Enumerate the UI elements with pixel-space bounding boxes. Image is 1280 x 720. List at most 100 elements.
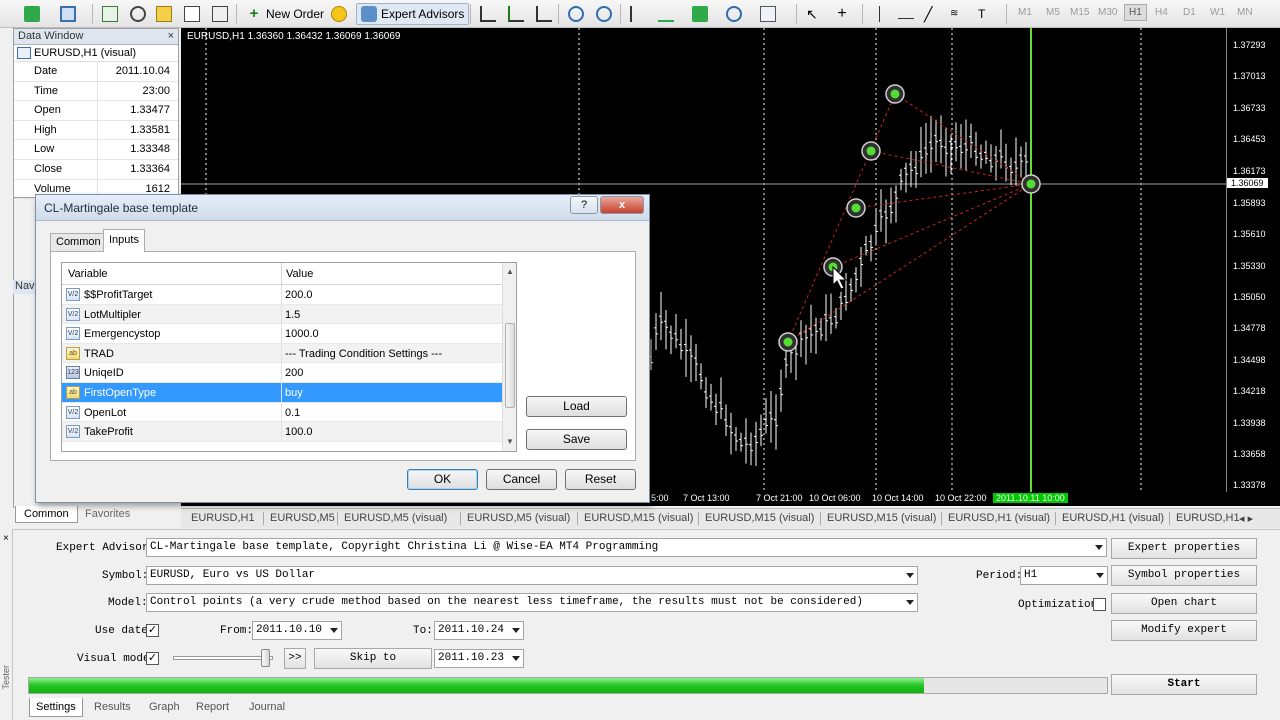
new-order-button[interactable]: + New Order [242, 3, 328, 25]
tab-common[interactable]: Common [50, 233, 107, 251]
help-button[interactable]: ? [570, 196, 598, 214]
skip-to-date-picker[interactable]: 2011.10.23 [434, 649, 524, 668]
input-row-emergencystop[interactable]: V/2 Emergencystop 1000.0 [62, 324, 502, 344]
zoom-in-button[interactable] [564, 3, 588, 25]
input-row-uniqeid[interactable]: 123 UniqeID 200 [62, 363, 502, 383]
timeframe-m1[interactable]: M1 [1018, 7, 1032, 18]
market-watch-button[interactable] [98, 3, 122, 25]
timeframe-h1[interactable]: H1 [1124, 4, 1147, 21]
timeframe-d1[interactable]: D1 [1183, 7, 1196, 18]
chart-tab[interactable]: EURUSD,H1 [1176, 512, 1240, 524]
period-select[interactable]: H1 [1020, 566, 1108, 585]
templates-button[interactable] [756, 3, 780, 25]
navigator-button[interactable] [152, 3, 176, 25]
chart-tab[interactable]: EURUSD,H1 (visual) [1062, 512, 1164, 524]
tab-settings[interactable]: Settings [29, 698, 83, 717]
inputs-grid-scrollbar[interactable]: ▲ ▼ [502, 263, 516, 451]
text-label-button[interactable]: T [974, 3, 998, 25]
model-select[interactable]: Control points (a very crude method base… [146, 593, 918, 612]
zoom-out-button[interactable] [592, 3, 616, 25]
input-row-profittarget[interactable]: V/2 $$ProfitTarget 200.0 [62, 285, 502, 305]
cancel-button[interactable]: Cancel [486, 469, 557, 490]
expert-properties-button[interactable]: Expert properties [1111, 538, 1257, 559]
crosshair-button[interactable] [126, 3, 150, 25]
load-button[interactable]: Load [526, 396, 627, 417]
input-variable-value[interactable]: 200 [285, 367, 303, 379]
input-variable-value[interactable]: 0.1 [285, 407, 300, 419]
input-variable-value[interactable]: 200.0 [285, 289, 313, 301]
open-chart-button[interactable]: Open chart [1111, 593, 1257, 614]
metaeditor-button[interactable] [327, 3, 351, 25]
visual-mode-checkbox[interactable]: ✓ [146, 652, 159, 665]
modify-expert-button[interactable]: Modify expert [1111, 620, 1257, 641]
tab-journal[interactable]: Journal [249, 701, 285, 713]
close-dialog-button[interactable]: x [600, 196, 644, 214]
trendline-button[interactable]: ╱ [920, 3, 944, 25]
auto-scroll-button[interactable] [654, 3, 678, 25]
timeframe-h4[interactable]: H4 [1155, 7, 1168, 18]
tab-common[interactable]: Common [15, 506, 78, 523]
tab-inputs[interactable]: Inputs [103, 229, 145, 252]
chart-shift-button[interactable] [626, 3, 650, 25]
timeframe-m30[interactable]: M30 [1098, 7, 1117, 18]
crosshair-tool-button[interactable]: + [830, 3, 854, 25]
slider-thumb[interactable] [261, 649, 270, 667]
timeframe-w1[interactable]: W1 [1210, 7, 1225, 18]
chart-tab[interactable]: EURUSD,H1 (visual) [948, 512, 1050, 524]
bar-chart-button[interactable] [476, 3, 500, 25]
indicators-button[interactable] [688, 3, 712, 25]
save-button[interactable]: Save [526, 429, 627, 450]
scroll-thumb[interactable] [505, 323, 515, 408]
start-button[interactable]: Start [1111, 674, 1257, 695]
timeframe-m5[interactable]: M5 [1046, 7, 1060, 18]
tester-close-icon[interactable]: × [3, 533, 9, 544]
visual-speed-slider[interactable] [173, 649, 273, 667]
symbol-select[interactable]: EURUSD, Euro vs US Dollar [146, 566, 918, 585]
input-variable-value[interactable]: 1000.0 [285, 328, 319, 340]
periods-button[interactable] [722, 3, 746, 25]
chart-tab[interactable]: EURUSD,M5 (visual) [467, 512, 570, 524]
reset-button[interactable]: Reset [565, 469, 636, 490]
chart-tab[interactable]: EURUSD,M15 (visual) [705, 512, 814, 524]
input-variable-value[interactable]: buy [285, 387, 303, 399]
input-row-openlot[interactable]: V/2 OpenLot 0.1 [62, 402, 502, 423]
chart-tabs-scroll-icon[interactable]: ◂ ▸ [1239, 512, 1253, 525]
to-date-picker[interactable]: 2011.10.24 [434, 621, 524, 640]
tab-results[interactable]: Results [94, 701, 131, 713]
scroll-down-icon[interactable]: ▼ [506, 437, 514, 446]
horizontal-line-button[interactable] [894, 3, 918, 25]
timeframe-m15[interactable]: M15 [1070, 7, 1089, 18]
expert-advisor-select[interactable]: CL-Martingale base template, Copyright C… [146, 538, 1107, 557]
input-row-lotmultipler[interactable]: V/2 LotMultipler 1.5 [62, 304, 502, 325]
line-chart-button[interactable] [532, 3, 556, 25]
ok-button[interactable]: OK [407, 469, 478, 490]
price-scale[interactable]: 1.37293 1.37013 1.36733 1.36453 1.36173 1.360… [1226, 28, 1280, 492]
tab-report[interactable]: Report [196, 701, 229, 713]
tab-graph[interactable]: Graph [149, 701, 180, 713]
expert-advisors-button[interactable]: Expert Advisors [356, 3, 470, 25]
symbol-properties-button[interactable]: Symbol properties [1111, 565, 1257, 586]
terminal-button[interactable] [180, 3, 204, 25]
chart-tab[interactable]: EURUSD,M5 [270, 512, 335, 524]
fast-forward-button[interactable]: >> [284, 648, 306, 669]
input-row-takeprofit[interactable]: V/2 TakeProfit 100.0 [62, 422, 502, 442]
input-row-trad[interactable]: ab TRAD --- Trading Condition Settings -… [62, 343, 502, 364]
fibonacci-button[interactable]: ≋ [946, 3, 970, 25]
chart-tab[interactable]: EURUSD,H1 [191, 512, 255, 524]
scroll-up-icon[interactable]: ▲ [506, 267, 514, 276]
data-window-close-icon[interactable]: × [168, 30, 174, 43]
from-date-picker[interactable]: 2011.10.10 [252, 621, 342, 640]
chart-tab[interactable]: EURUSD,M15 (visual) [584, 512, 693, 524]
skip-to-button[interactable]: Skip to [314, 648, 432, 669]
input-variable-value[interactable]: --- Trading Condition Settings --- [285, 348, 442, 360]
use-date-checkbox[interactable]: ✓ [146, 624, 159, 637]
tab-favorites[interactable]: Favorites [77, 506, 138, 523]
chart-tab[interactable]: EURUSD,M5 (visual) [344, 512, 447, 524]
optimization-checkbox[interactable] [1093, 598, 1106, 611]
cursor-button[interactable]: ↖ [802, 3, 826, 25]
profiles-button[interactable] [56, 3, 80, 25]
new-chart-button[interactable] [20, 3, 44, 25]
navigator-title-stub[interactable]: Nav [13, 280, 37, 294]
chart-tab[interactable]: EURUSD,M15 (visual) [827, 512, 936, 524]
tester-button[interactable] [208, 3, 232, 25]
